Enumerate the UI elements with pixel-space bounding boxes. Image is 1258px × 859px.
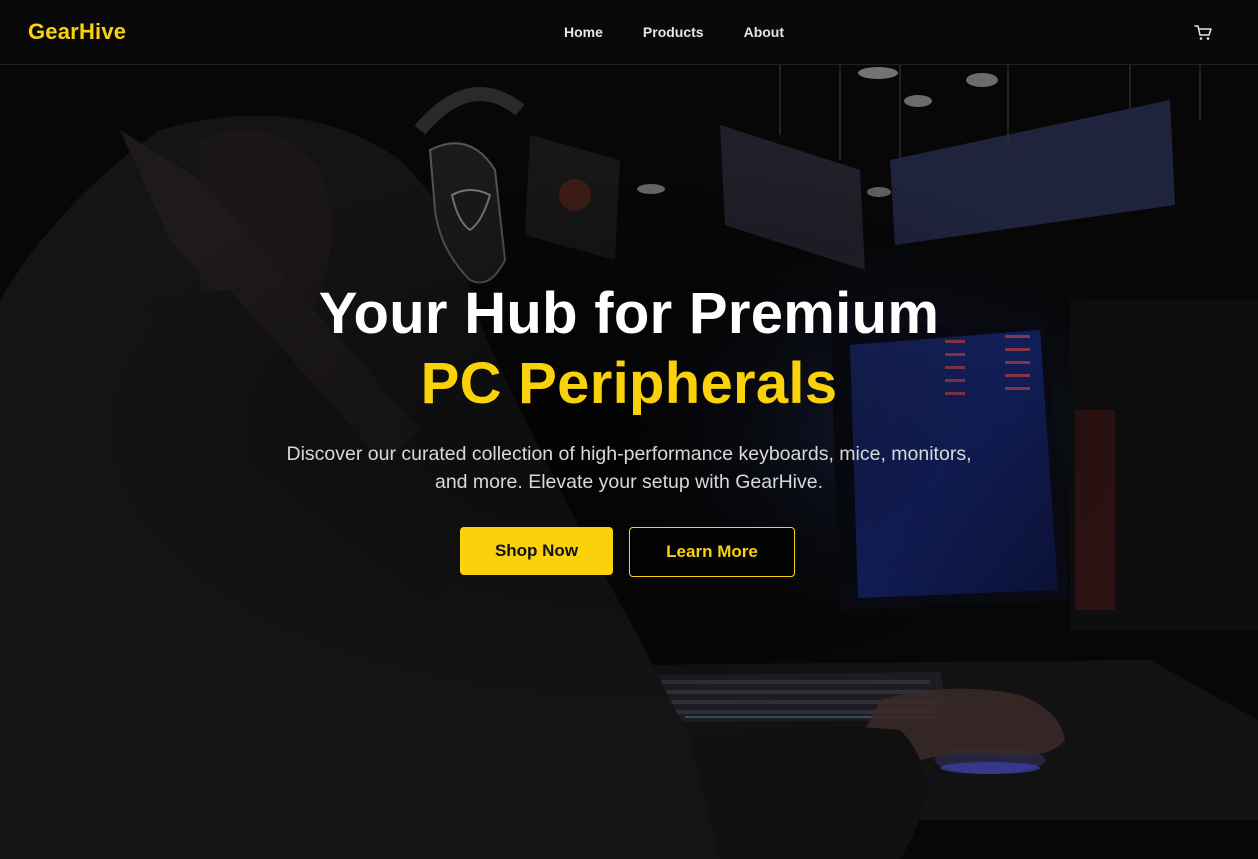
brand-logo[interactable]: GearHive xyxy=(28,19,126,45)
hero-section: Your Hub for Premium PC Peripherals Disc… xyxy=(0,0,1258,859)
hero-headline-line2: PC Peripherals xyxy=(420,351,838,416)
hero-headline-line1: Your Hub for Premium xyxy=(318,281,940,346)
learn-more-button[interactable]: Learn More xyxy=(629,527,795,577)
cart-icon[interactable] xyxy=(1194,24,1212,41)
navbar: GearHive Home Products About xyxy=(0,0,1258,65)
nav-link-products[interactable]: Products xyxy=(643,24,704,40)
nav-link-about[interactable]: About xyxy=(744,24,784,40)
nav-link-home[interactable]: Home xyxy=(564,24,603,40)
shop-now-button[interactable]: Shop Now xyxy=(460,527,613,575)
nav-links: Home Products About xyxy=(564,24,784,40)
hero-subtext: Discover our curated collection of high-… xyxy=(286,443,972,493)
